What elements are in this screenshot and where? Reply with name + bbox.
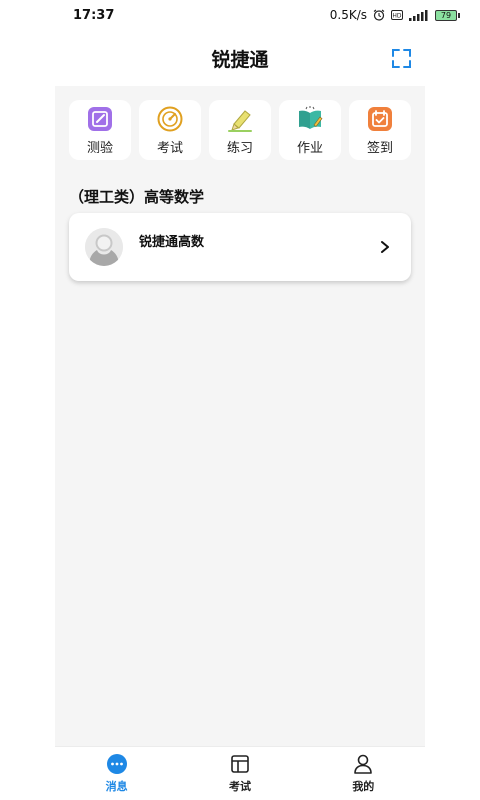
- tool-quiz[interactable]: 测验: [69, 100, 131, 160]
- exam-icon: [231, 755, 249, 773]
- tool-checkin[interactable]: 签到: [349, 100, 411, 160]
- tool-grid: 测验 考试 练习 作业 签到: [69, 100, 411, 160]
- nav-label: 考试: [228, 780, 251, 793]
- course-card[interactable]: 锐捷通高数: [69, 213, 411, 281]
- main-content: 测验 考试 练习 作业 签到 （理工类）高等数学 锐捷通高数: [55, 86, 425, 746]
- network-speed: 0.5K/s: [329, 8, 367, 22]
- tool-label: 练习: [226, 140, 253, 156]
- alarm-icon: [373, 9, 385, 21]
- status-icons: 0.5K/s HD 79: [330, 8, 460, 22]
- tool-exam[interactable]: 考试: [139, 100, 201, 160]
- nav-profile[interactable]: 我的: [302, 747, 425, 800]
- book-icon: [299, 105, 323, 129]
- nav-label: 我的: [352, 780, 375, 793]
- battery-icon: 79: [435, 9, 460, 21]
- bottom-nav: 消息 考试 我的: [55, 746, 425, 800]
- tool-label: 作业: [296, 140, 323, 156]
- hd-icon: HD: [391, 10, 403, 20]
- page-title: 锐捷通: [211, 48, 269, 71]
- exam-target-icon: [157, 106, 183, 131]
- course-name: 锐捷通高数: [139, 235, 205, 250]
- pencil-icon: [228, 109, 252, 132]
- course-section-title: （理工类）高等数学: [69, 188, 205, 206]
- scan-icon[interactable]: [392, 49, 411, 68]
- quiz-icon: [88, 106, 112, 131]
- battery-level: 79: [435, 9, 457, 21]
- status-time: 17:37: [73, 7, 115, 23]
- tool-practice[interactable]: 练习: [209, 100, 271, 160]
- status-bar: 17:37 0.5K/s HD 79: [0, 0, 480, 30]
- tool-label: 签到: [366, 140, 393, 156]
- tool-label: 测验: [86, 140, 113, 156]
- nav-label: 消息: [105, 780, 128, 793]
- profile-icon: [354, 754, 373, 774]
- header: 锐捷通: [55, 30, 425, 86]
- message-icon: [106, 754, 127, 774]
- default-avatar-icon: [85, 228, 123, 266]
- nav-exam[interactable]: 考试: [178, 747, 301, 800]
- signal-icon: [409, 9, 428, 21]
- svg-text:HD: HD: [392, 13, 402, 20]
- calendar-check-icon: [368, 106, 392, 131]
- avatar: [85, 228, 123, 266]
- tool-homework[interactable]: 作业: [279, 100, 341, 160]
- chevron-right-icon: [381, 241, 389, 253]
- tool-label: 考试: [156, 140, 183, 156]
- nav-messages[interactable]: 消息: [55, 747, 178, 800]
